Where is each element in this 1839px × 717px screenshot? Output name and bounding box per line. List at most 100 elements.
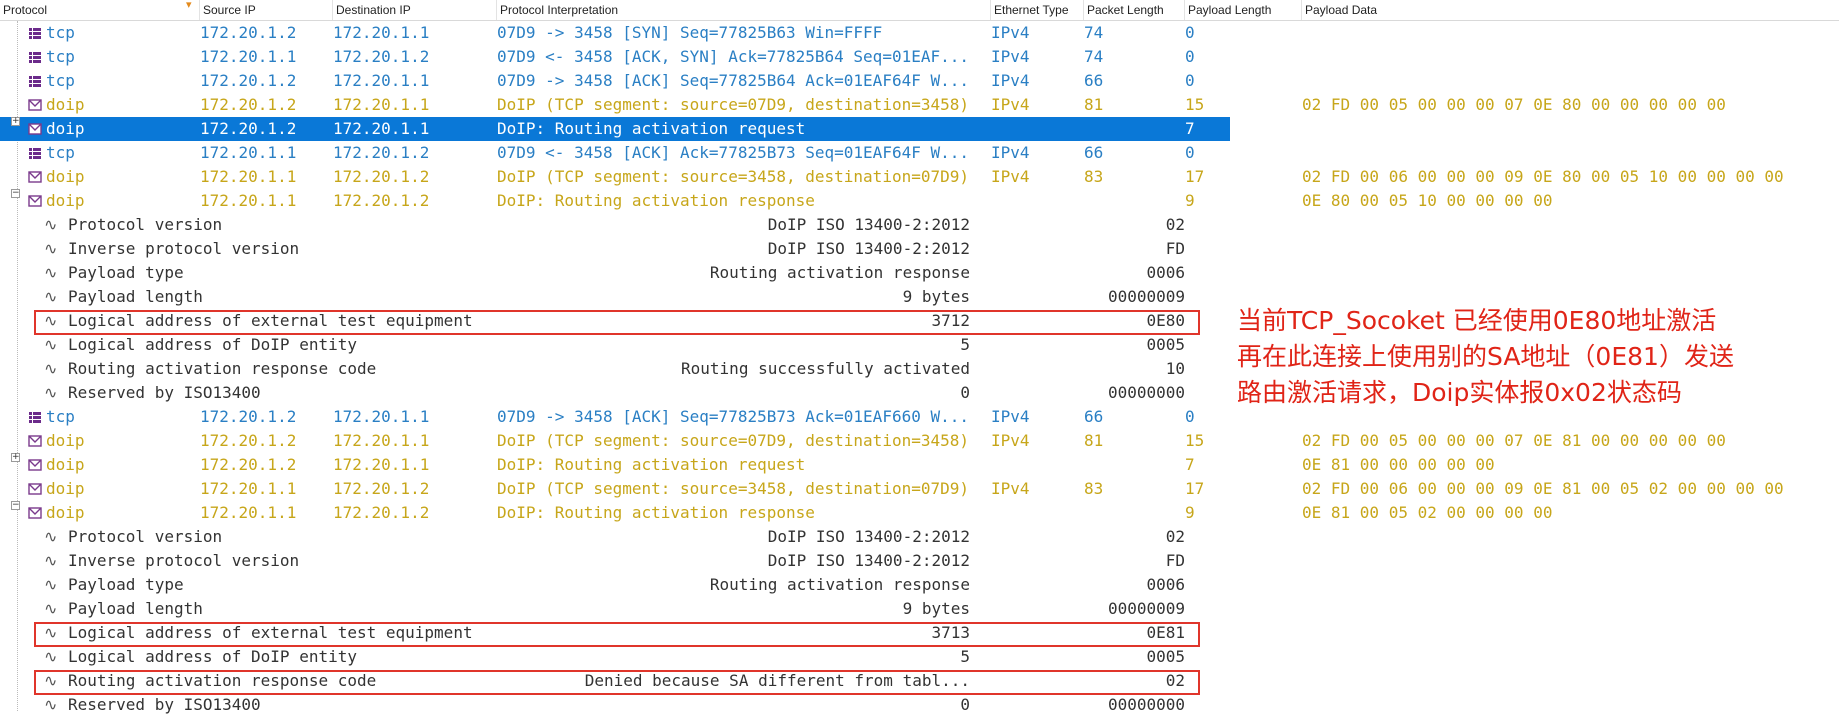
packet-row[interactable]: tcp 172.20.1.2 172.20.1.1 07D9 -> 3458 [ACK…	[0, 405, 1230, 429]
protocol-cell: tcp	[46, 47, 75, 66]
protocol-cell: tcp	[46, 407, 75, 426]
detail-field-row[interactable]: ∿ Payload type Routing activation response…	[0, 261, 1230, 285]
packet-row[interactable]: tcp 172.20.1.2 172.20.1.1 07D9 -> 3458 [ACK…	[0, 69, 1230, 93]
field-interpretation: 9 bytes	[902, 287, 970, 306]
col-header-source-ip[interactable]: Source IP	[200, 0, 333, 20]
detail-field-row[interactable]: ∿ Routing activation response code Routing…	[0, 357, 1230, 381]
doip-message-icon	[28, 171, 42, 183]
expand-icon[interactable]: +	[11, 117, 20, 126]
destination-ip-cell: 172.20.1.1	[333, 23, 430, 42]
field-value: 0005	[1146, 335, 1185, 354]
expand-icon[interactable]: +	[11, 453, 20, 462]
payload-data-cell: 0E 80 00 05 10 00 00 00 00	[1302, 191, 1553, 210]
col-header-destination-ip-label: Destination IP	[336, 3, 411, 17]
field-interpretation: DoIP ISO 13400-2:2012	[767, 527, 970, 546]
payload-length-cell: 17	[1185, 479, 1205, 498]
destination-ip-cell: 172.20.1.1	[333, 431, 430, 450]
field-interpretation: DoIP ISO 13400-2:2012	[767, 215, 970, 234]
detail-field-row[interactable]: ∿ Reserved by ISO13400 0 00000000	[0, 693, 1230, 717]
field-value: 00000009	[1107, 287, 1185, 306]
destination-ip-cell: 172.20.1.2	[333, 479, 430, 498]
field-name: Payload length	[68, 599, 203, 618]
tcp-stream-icon	[29, 412, 41, 423]
protocol-cell: tcp	[46, 143, 75, 162]
detail-field-row[interactable]: ∿ Payload length 9 bytes 00000009	[0, 597, 1230, 621]
highlight-box	[34, 622, 1200, 647]
annotation-line: 路由激活请求，Doip实体报0x02状态码	[1237, 378, 1682, 407]
collapse-icon[interactable]: −	[11, 501, 20, 510]
protocol-cell: tcp	[46, 71, 75, 90]
payload-length-cell: 0	[1185, 143, 1195, 162]
source-ip-cell: 172.20.1.2	[200, 95, 297, 114]
field-node-icon: ∿	[44, 527, 58, 546]
interpretation-cell: 07D9 <- 3458 [ACK] Ack=77825B73 Seq=01EA…	[497, 143, 970, 162]
detail-field-row[interactable]: ∿ Logical address of DoIP entity 5 0005	[0, 645, 1230, 669]
payload-length-cell: 0	[1185, 47, 1195, 66]
field-value: 00000000	[1107, 695, 1185, 714]
field-value: 10	[1165, 359, 1185, 378]
col-header-protocol-interpretation[interactable]: Protocol Interpretation	[497, 0, 991, 20]
detail-field-row[interactable]: ∿ Logical address of DoIP entity 5 0005	[0, 333, 1230, 357]
packet-row[interactable]: tcp 172.20.1.1 172.20.1.2 07D9 <- 3458 [ACK…	[0, 141, 1230, 165]
packet-row[interactable]: + doip 172.20.1.2 172.20.1.1 DoIP: Routing a…	[0, 453, 1495, 477]
packet-row[interactable]: − doip 172.20.1.1 172.20.1.2 DoIP: Routing a…	[0, 501, 1552, 525]
col-header-payload-data[interactable]: Payload Data	[1302, 0, 1839, 20]
detail-field-row[interactable]: ∿ Protocol version DoIP ISO 13400-2:2012 02	[0, 525, 1230, 549]
field-interpretation: 0	[960, 383, 970, 402]
col-header-packet-length[interactable]: Packet Length	[1084, 0, 1185, 20]
col-header-destination-ip[interactable]: Destination IP	[333, 0, 497, 20]
destination-ip-cell: 172.20.1.2	[333, 503, 430, 522]
interpretation-cell: DoIP (TCP segment: source=07D9, destinat…	[497, 431, 970, 450]
field-name: Routing activation response code	[68, 359, 377, 378]
packet-row[interactable]: tcp 172.20.1.2 172.20.1.1 07D9 -> 3458 [SYN…	[0, 21, 1230, 45]
tcp-stream-icon	[29, 76, 41, 87]
detail-field-row[interactable]: ∿ Inverse protocol version DoIP ISO 13400-…	[0, 549, 1230, 573]
packet-row[interactable]: doip 172.20.1.2 172.20.1.1 DoIP (TCP segmen…	[0, 93, 1726, 117]
payload-data-cell: 02 FD 00 05 00 00 00 07 0E 81 00 00 00 0…	[1302, 431, 1726, 450]
detail-field-row[interactable]: ∿ Payload type Routing activation response…	[0, 573, 1230, 597]
interpretation-cell: DoIP: Routing activation response	[497, 503, 815, 522]
detail-field-row[interactable]: ∿ Inverse protocol version DoIP ISO 13400-…	[0, 237, 1230, 261]
field-value: 00000000	[1107, 383, 1185, 402]
ethernet-type-cell: IPv4	[991, 167, 1030, 186]
packet-row[interactable]: tcp 172.20.1.1 172.20.1.2 07D9 <- 3458 [ACK…	[0, 45, 1230, 69]
detail-field-row[interactable]: ∿ Protocol version DoIP ISO 13400-2:2012 02	[0, 213, 1230, 237]
payload-length-cell: 15	[1185, 95, 1205, 114]
ethernet-type-cell: IPv4	[991, 143, 1030, 162]
ethernet-type-cell: IPv4	[991, 71, 1030, 90]
doip-message-icon	[28, 99, 42, 111]
col-header-plen-label: Packet Length	[1087, 3, 1164, 17]
col-header-payload-length[interactable]: Payload Length	[1185, 0, 1302, 20]
tcp-stream-icon	[29, 148, 41, 159]
packet-row[interactable]: doip 172.20.1.2 172.20.1.1 DoIP (TCP segmen…	[0, 429, 1726, 453]
packet-row[interactable]: doip 172.20.1.1 172.20.1.2 DoIP (TCP segmen…	[0, 165, 1784, 189]
interpretation-cell: 07D9 <- 3458 [ACK, SYN] Ack=77825B64 Seq…	[497, 47, 970, 66]
packet-row[interactable]: doip 172.20.1.1 172.20.1.2 DoIP (TCP segmen…	[0, 477, 1784, 501]
field-node-icon: ∿	[44, 335, 58, 354]
detail-field-row[interactable]: ∿ Payload length 9 bytes 00000009	[0, 285, 1230, 309]
field-interpretation: Routing activation response	[709, 263, 970, 282]
destination-ip-cell: 172.20.1.1	[333, 71, 430, 90]
protocol-cell: doip	[46, 479, 85, 498]
packet-row-selected[interactable]: + doip 172.20.1.2 172.20.1.1 DoIP: Routing a…	[0, 117, 1495, 141]
destination-ip-cell: 172.20.1.1	[333, 407, 430, 426]
field-interpretation: 9 bytes	[902, 599, 970, 618]
destination-ip-cell: 172.20.1.1	[333, 119, 430, 138]
col-header-ethernet-type[interactable]: Ethernet Type	[991, 0, 1084, 20]
collapse-icon[interactable]: −	[11, 189, 20, 198]
packet-row[interactable]: − doip 172.20.1.1 172.20.1.2 DoIP: Routing a…	[0, 189, 1552, 213]
field-node-icon: ∿	[44, 359, 58, 378]
source-ip-cell: 172.20.1.1	[200, 47, 297, 66]
interpretation-cell: DoIP (TCP segment: source=3458, destinat…	[497, 479, 970, 498]
detail-field-row[interactable]: ∿ Reserved by ISO13400 0 00000000	[0, 381, 1230, 405]
column-header-bar: Protocol ▾ Source IP Destination IP Prot…	[0, 0, 1839, 21]
payload-data-cell: 02 FD 00 06 00 00 00 09 0E 81 00 05 02 0…	[1302, 479, 1784, 498]
field-interpretation: 5	[960, 647, 970, 666]
source-ip-cell: 172.20.1.1	[200, 479, 297, 498]
field-name: Inverse protocol version	[68, 239, 300, 258]
col-header-protocol[interactable]: Protocol	[0, 0, 200, 20]
payload-data-cell: 02 FD 00 05 00 00 00 07 0E 80 00 00 00 0…	[1302, 95, 1726, 114]
packet-length-cell: 66	[1084, 143, 1104, 162]
field-name: Logical address of DoIP entity	[68, 335, 357, 354]
field-interpretation: 0	[960, 695, 970, 714]
